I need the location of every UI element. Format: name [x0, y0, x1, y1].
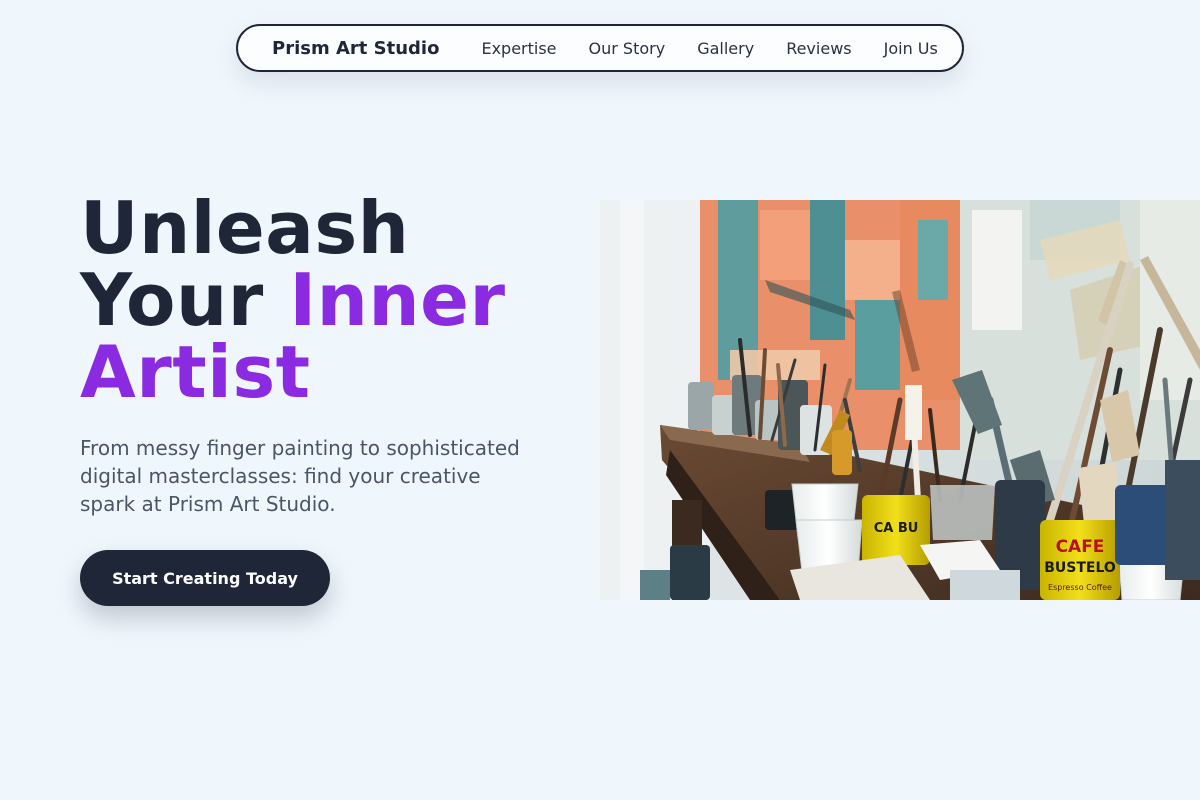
hero-image-art-studio: CA BU CAFE BUSTELO Espresso Coffee: [600, 200, 1200, 600]
art-studio-photo: CA BU CAFE BUSTELO Espresso Coffee: [600, 200, 1200, 600]
can-label-bustelo: BUSTELO: [1044, 560, 1116, 576]
nav-link-expertise[interactable]: Expertise: [481, 39, 556, 58]
can-label-espresso: Espresso Coffee: [1048, 583, 1112, 592]
nav-link-gallery[interactable]: Gallery: [697, 39, 754, 58]
start-creating-button[interactable]: Start Creating Today: [80, 550, 330, 606]
can-label-cafe: CAFE: [1056, 537, 1105, 557]
hero-title: Unleash Your Inner Artist: [80, 192, 505, 408]
hero-description: From messy finger painting to sophistica…: [80, 436, 520, 516]
nav-link-our-story[interactable]: Our Story: [589, 39, 666, 58]
nav-links: Expertise Our Story Gallery Reviews Join…: [481, 39, 937, 58]
top-navigation: Prism Art Studio Expertise Our Story Gal…: [236, 24, 964, 72]
hero-title-line-3-accent: Artist: [80, 330, 311, 414]
can-side-label: CA BU: [874, 521, 919, 536]
brand-logo-text[interactable]: Prism Art Studio: [272, 38, 439, 59]
hero-title-line-2-accent: Inner: [289, 258, 506, 342]
nav-link-reviews[interactable]: Reviews: [786, 39, 851, 58]
nav-link-join-us[interactable]: Join Us: [884, 39, 938, 58]
